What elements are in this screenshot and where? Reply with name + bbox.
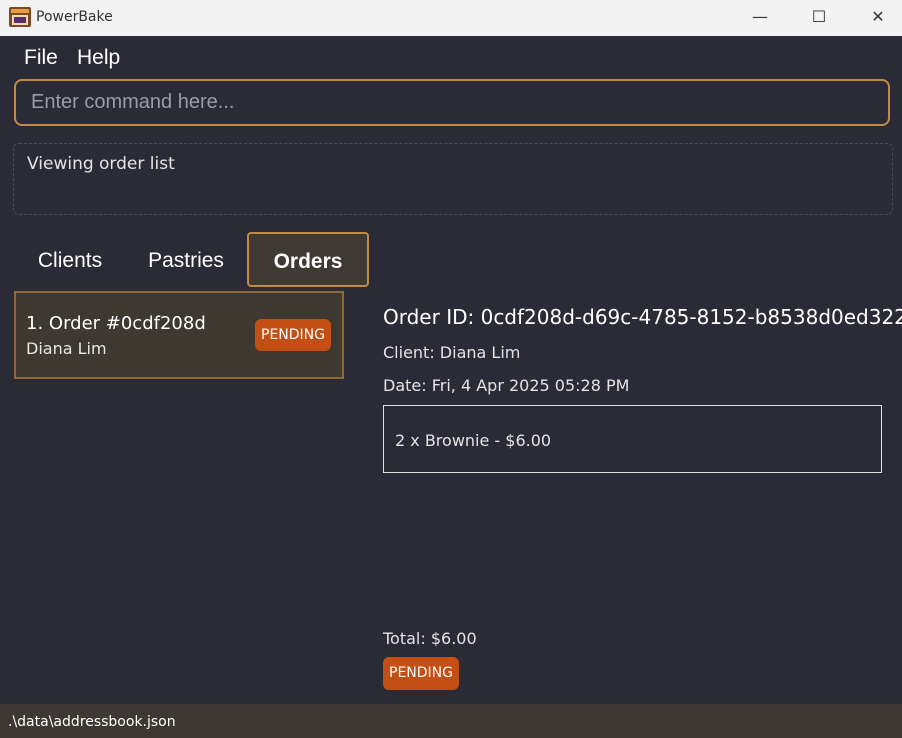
close-button[interactable]: ✕ — [848, 0, 902, 36]
detail-total: Total: $6.00 — [383, 629, 477, 648]
tab-pastries[interactable]: Pastries — [138, 232, 234, 287]
menu-file[interactable]: File — [24, 46, 58, 70]
minimize-icon: — — [752, 7, 768, 26]
order-client: Diana Lim — [26, 339, 107, 358]
result-text: Viewing order list — [27, 154, 175, 174]
status-bar: .\data\addressbook.json — [0, 704, 902, 738]
menu-help[interactable]: Help — [77, 46, 120, 70]
minimize-button[interactable]: — — [730, 0, 790, 36]
result-display: Viewing order list — [13, 143, 893, 215]
status-badge: PENDING — [255, 319, 331, 351]
order-item: 2 x Brownie - $6.00 — [395, 431, 552, 450]
command-input[interactable] — [16, 81, 888, 124]
maximize-icon: ☐ — [811, 7, 827, 26]
oven-icon — [9, 7, 31, 27]
tab-clients[interactable]: Clients — [20, 232, 120, 287]
title-bar: PowerBake — ☐ ✕ — [0, 0, 902, 36]
close-icon: ✕ — [871, 7, 885, 26]
order-items-box: 2 x Brownie - $6.00 — [383, 405, 882, 473]
order-title: 1. Order #0cdf208d — [26, 313, 206, 334]
detail-date: Date: Fri, 4 Apr 2025 05:28 PM — [383, 376, 630, 395]
command-box — [14, 79, 890, 126]
window-title: PowerBake — [36, 9, 113, 25]
maximize-button[interactable]: ☐ — [789, 0, 849, 36]
order-id-heading: Order ID: 0cdf208d-d69c-4785-8152-b8538d… — [383, 305, 902, 329]
detail-client: Client: Diana Lim — [383, 343, 521, 362]
data-file-path: .\data\addressbook.json — [8, 714, 176, 730]
menu-bar: File Help — [0, 36, 902, 76]
detail-status-badge: PENDING — [383, 657, 459, 690]
order-list-item[interactable]: 1. Order #0cdf208d Diana Lim PENDING — [14, 291, 344, 379]
tab-orders[interactable]: Orders — [247, 232, 369, 287]
